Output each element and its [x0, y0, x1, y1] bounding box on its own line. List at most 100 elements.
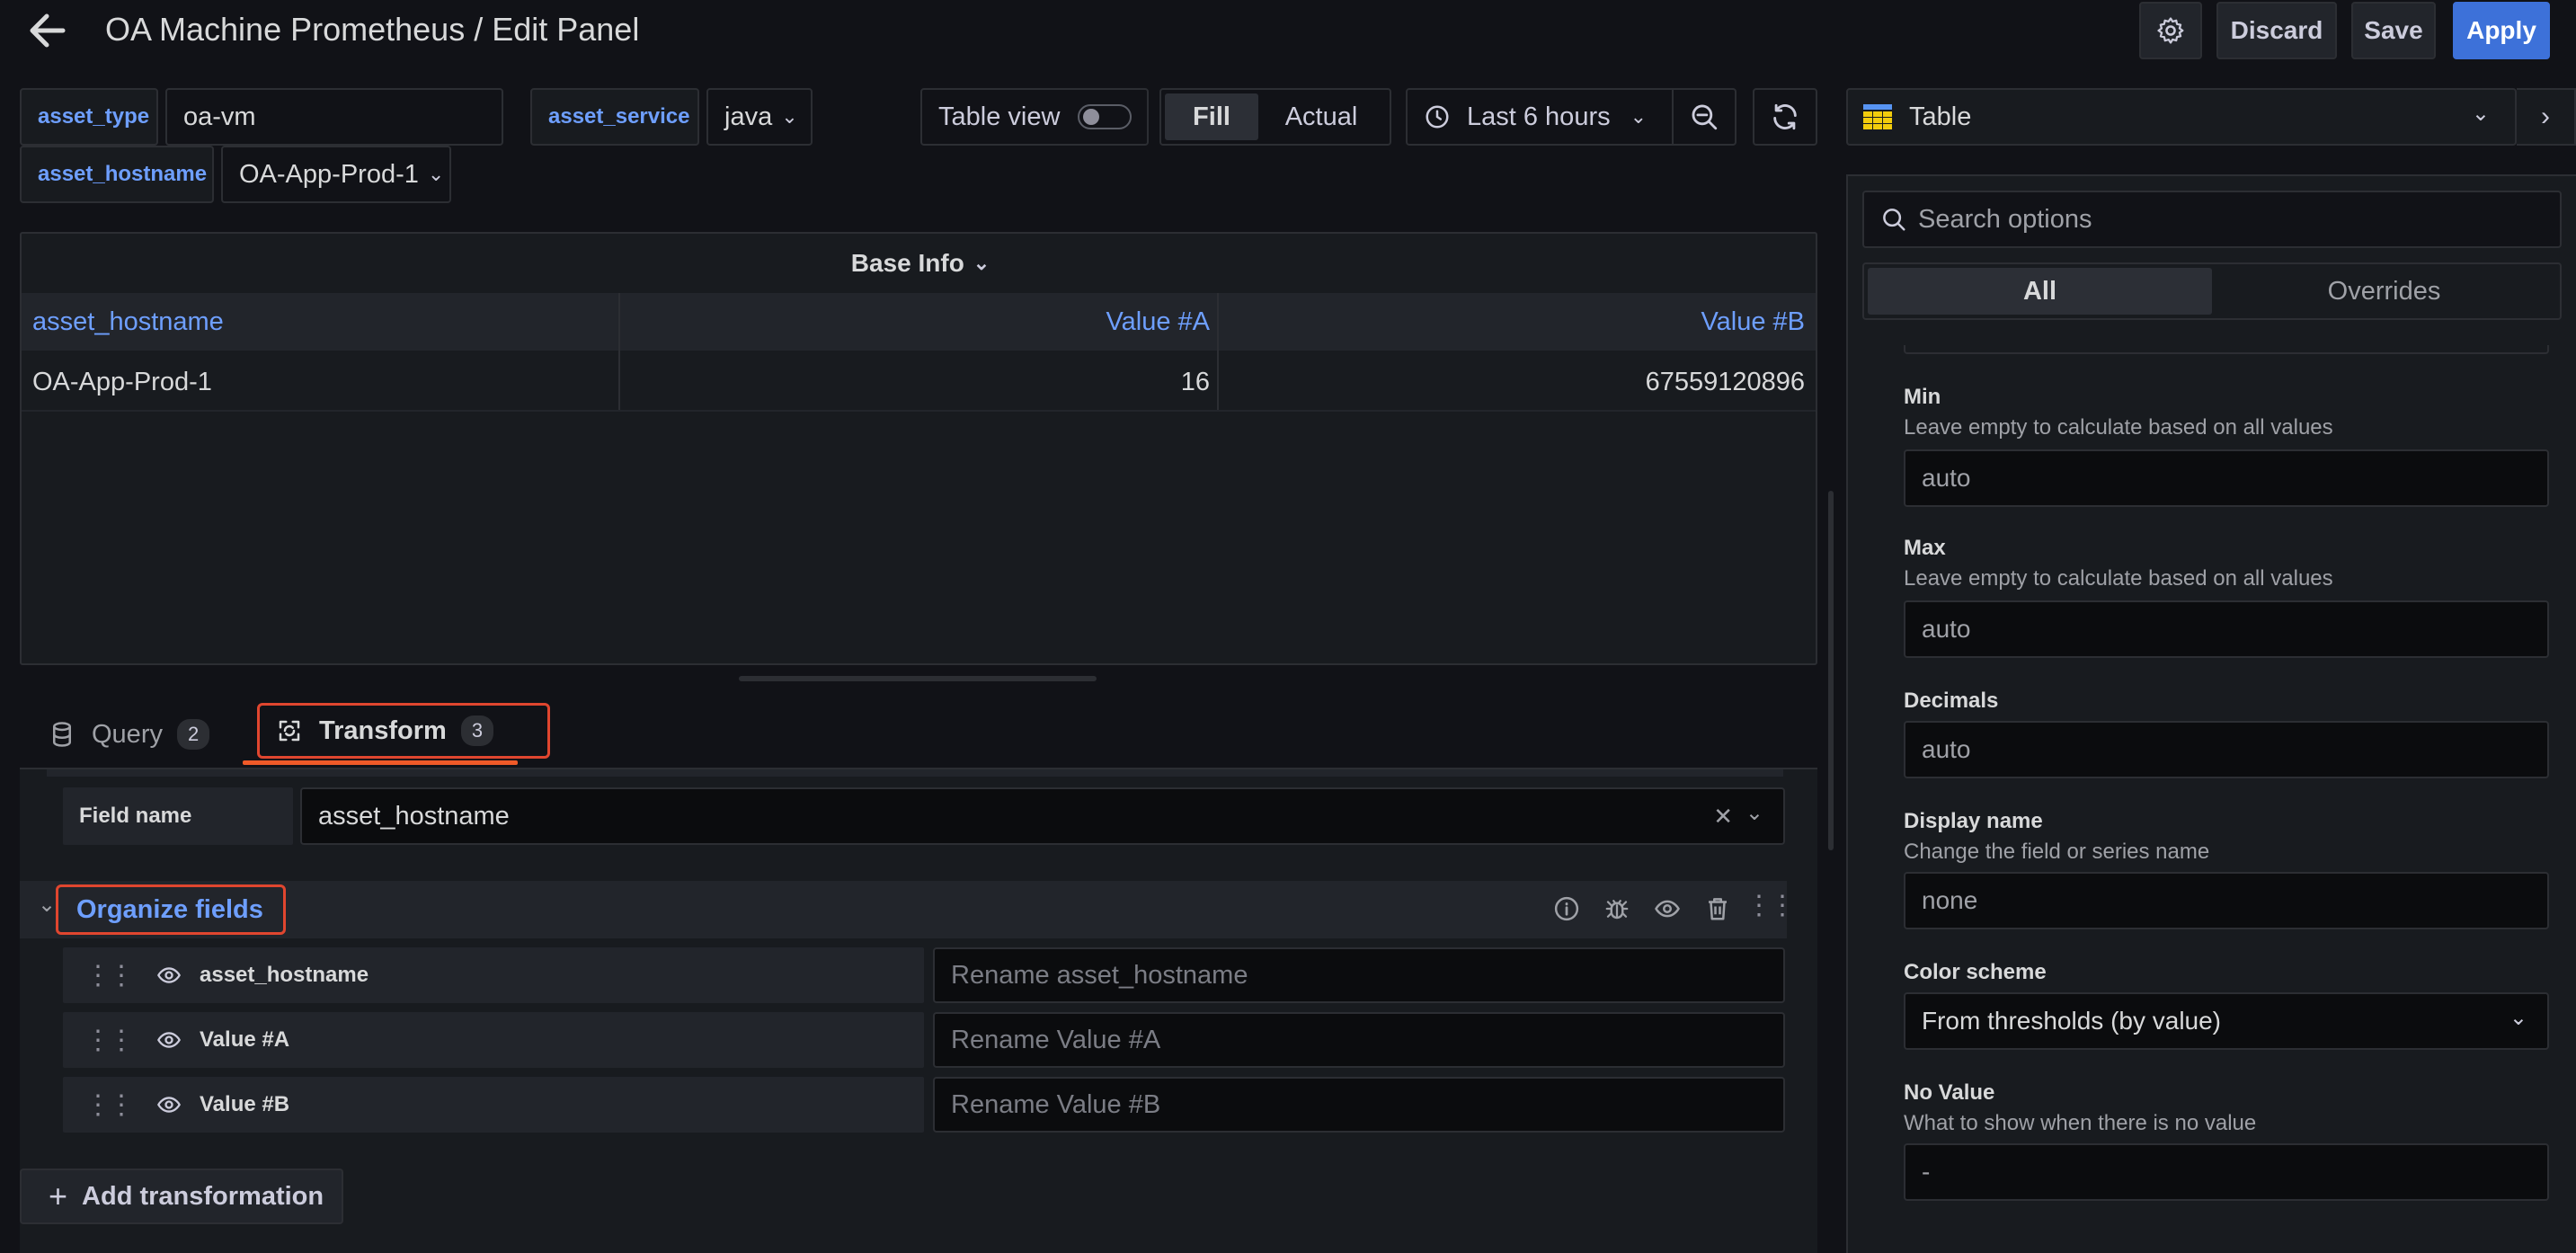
max-input[interactable]: auto [1904, 600, 2549, 658]
min-label: Min [1904, 385, 1941, 409]
tab-query[interactable]: Query 2 [50, 706, 221, 762]
display-name-label: Display name [1904, 809, 2043, 833]
add-transformation-button[interactable]: + Add transformation [20, 1169, 343, 1224]
no-value-description: What to show when there is no value [1904, 1111, 2257, 1135]
search-options-input[interactable]: Search options [1862, 191, 2562, 248]
trash-icon[interactable] [1704, 895, 1731, 922]
zoom-out-button[interactable] [1674, 88, 1737, 146]
info-icon[interactable] [1553, 895, 1580, 922]
collapse-options-button[interactable]: › [2517, 88, 2576, 146]
drag-handle-icon[interactable]: ⋮⋮ [84, 960, 135, 991]
visualization-name: Table [1909, 102, 1972, 131]
rename-field-input[interactable]: Rename Value #A [933, 1012, 1785, 1068]
field-label: asset_hostname [200, 963, 369, 987]
table-row: OA-App-Prod-1 16 67559120896 [22, 352, 1816, 412]
debug-icon[interactable] [1603, 895, 1630, 922]
panel-preview: Base Info ⌄ asset_hostname Value #A Valu… [20, 232, 1817, 665]
visualization-picker[interactable]: Table ⌄ [1846, 88, 2517, 146]
tab-transform[interactable]: Transform 3 [257, 703, 550, 759]
drag-handle-icon[interactable]: ⋮⋮ [1745, 890, 1796, 921]
eye-icon[interactable] [156, 1027, 182, 1053]
chevron-right-icon: › [2541, 102, 2550, 131]
chevron-down-icon: ⌄ [973, 252, 990, 274]
tab-all[interactable]: All [1868, 268, 2212, 315]
field-label: Value #B [200, 1092, 290, 1116]
transform-icon [279, 720, 300, 742]
max-label: Max [1904, 536, 1946, 560]
field-name-label: Field name [63, 787, 293, 845]
discard-button[interactable]: Discard [2216, 2, 2337, 59]
clear-icon[interactable]: ✕ [1713, 803, 1733, 831]
color-scheme-select[interactable]: From thresholds (by value) ⌄ [1904, 992, 2549, 1050]
search-icon [1883, 209, 1905, 231]
asset-type-input[interactable]: oa-vm [165, 88, 503, 146]
panel-title-text: Base Info [850, 249, 964, 277]
scrollbar[interactable] [1828, 491, 1834, 850]
eye-icon[interactable] [156, 1092, 182, 1117]
column-header-value-a[interactable]: Value #A [620, 293, 1210, 351]
column-header-asset-hostname[interactable]: asset_hostname [32, 293, 224, 351]
column-header-value-b[interactable]: Value #B [1219, 293, 1805, 351]
table-view-toggle[interactable]: Table view [920, 88, 1149, 146]
no-value-input[interactable]: - [1904, 1143, 2549, 1201]
asset-service-select[interactable]: java ⌄ [706, 88, 813, 146]
settings-button[interactable] [2139, 2, 2202, 59]
back-button[interactable] [27, 11, 76, 50]
variable-label-asset-type: asset_type [20, 88, 158, 146]
field-label: Value #A [200, 1027, 290, 1052]
resize-handle[interactable] [739, 676, 1097, 681]
table-icon [1863, 104, 1892, 129]
tab-transform-label: Transform [319, 715, 447, 745]
rename-field-input[interactable]: Rename Value #B [933, 1077, 1785, 1133]
tab-overrides[interactable]: Overrides [2212, 268, 2556, 315]
collapse-chevron-icon[interactable]: ⌄ [38, 892, 56, 918]
no-value-label: No Value [1904, 1080, 1995, 1105]
gear-icon [2157, 17, 2184, 44]
toggle-switch[interactable] [1078, 104, 1133, 129]
fill-button[interactable]: Fill [1165, 93, 1258, 140]
drag-handle-icon[interactable]: ⋮⋮ [84, 1089, 135, 1121]
chevron-down-icon: ⌄ [1745, 801, 1763, 825]
min-description: Leave empty to calculate based on all va… [1904, 415, 2333, 440]
time-range-label: Last 6 hours [1467, 102, 1611, 131]
decimals-input[interactable]: auto [1904, 721, 2549, 778]
database-icon [53, 722, 71, 747]
list-item: ⋮⋮ asset_hostname [63, 947, 924, 1003]
list-item: ⋮⋮ Value #B [63, 1077, 924, 1133]
table-cell: 16 [1180, 367, 1210, 396]
plus-icon: + [49, 1177, 68, 1214]
field-name-select[interactable]: asset_hostname ✕ ⌄ [300, 787, 1785, 845]
table-cell: 67559120896 [1645, 367, 1805, 396]
save-button[interactable]: Save [2351, 2, 2436, 59]
variable-label-asset-hostname: asset_hostname [20, 146, 214, 203]
tab-query-count: 2 [176, 719, 210, 750]
active-tab-indicator [243, 760, 518, 765]
eye-icon[interactable] [156, 963, 182, 988]
time-range-picker[interactable]: Last 6 hours ⌄ [1406, 88, 1674, 146]
options-tabs: All Overrides [1862, 262, 2562, 320]
decimals-label: Decimals [1904, 689, 1999, 713]
organize-fields-title[interactable]: Organize fields [56, 884, 286, 935]
asset-hostname-value: OA-App-Prod-1 [239, 159, 419, 189]
tab-transform-count: 3 [460, 715, 494, 746]
fill-actual-group: Fill Actual [1159, 88, 1391, 146]
refresh-icon [1773, 103, 1797, 130]
table-cell: OA-App-Prod-1 [32, 367, 212, 396]
rename-field-input[interactable]: Rename asset_hostname [933, 947, 1785, 1003]
apply-button[interactable]: Apply [2453, 2, 2550, 59]
min-input[interactable]: auto [1904, 449, 2549, 507]
asset-hostname-select[interactable]: OA-App-Prod-1 ⌄ [221, 146, 451, 203]
actual-button[interactable]: Actual [1258, 93, 1384, 140]
chevron-down-icon: ⌄ [1630, 105, 1648, 128]
display-name-description: Change the field or series name [1904, 840, 2210, 864]
zoom-out-icon [1692, 104, 1718, 130]
eye-icon[interactable] [1654, 895, 1681, 922]
page-title: OA Machine Prometheus / Edit Panel [105, 11, 640, 48]
max-description: Leave empty to calculate based on all va… [1904, 566, 2333, 591]
chevron-down-icon: ⌄ [2471, 102, 2490, 126]
chevron-down-icon: ⌄ [2509, 1006, 2527, 1030]
refresh-button[interactable] [1753, 88, 1817, 146]
display-name-input[interactable]: none [1904, 872, 2549, 929]
drag-handle-icon[interactable]: ⋮⋮ [84, 1025, 135, 1056]
panel-title[interactable]: Base Info ⌄ [22, 234, 1819, 293]
